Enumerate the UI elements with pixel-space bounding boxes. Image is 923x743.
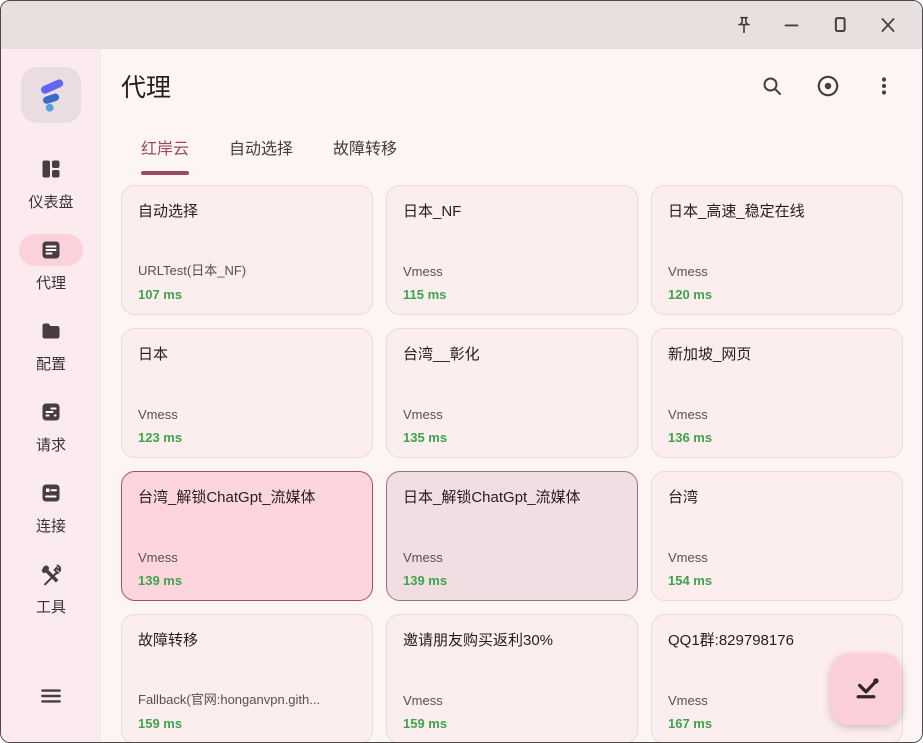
proxy-delay: 115 ms bbox=[403, 287, 621, 302]
proxy-delay: 159 ms bbox=[138, 716, 356, 731]
proxy-name: 台湾__彰化 bbox=[403, 343, 621, 364]
proxy-delay: 139 ms bbox=[138, 573, 356, 588]
proxy-delay: 123 ms bbox=[138, 430, 356, 445]
proxy-name: 日本_解锁ChatGpt_流媒体 bbox=[403, 486, 621, 507]
close-icon[interactable] bbox=[864, 6, 912, 44]
proxy-name: 新加坡_网页 bbox=[668, 343, 886, 364]
minimize-icon[interactable] bbox=[768, 6, 816, 44]
tab-红岸云[interactable]: 红岸云 bbox=[141, 131, 189, 175]
sidebar-item-dashboard[interactable]: 仪表盘 bbox=[1, 153, 101, 212]
page-header: 代理 bbox=[101, 49, 922, 123]
proxy-card[interactable]: 日本 Vmess 123 ms bbox=[121, 328, 373, 458]
tab-underline bbox=[141, 171, 189, 175]
proxy-card[interactable]: 日本_高速_稳定在线 Vmess 120 ms bbox=[651, 185, 903, 315]
sidebar-item-requests[interactable]: 请求 bbox=[1, 396, 101, 455]
dashboard-icon bbox=[19, 153, 83, 185]
tab-underline bbox=[333, 171, 397, 175]
maximize-icon[interactable] bbox=[816, 6, 864, 44]
sidebar-nav: 仪表盘 代理 配置 请求 连接 bbox=[1, 153, 101, 639]
page-title: 代理 bbox=[121, 68, 171, 104]
proxy-type: Vmess bbox=[403, 550, 621, 565]
sidebar-item-proxies[interactable]: 代理 bbox=[1, 234, 101, 293]
proxy-type: Vmess bbox=[403, 693, 621, 708]
proxy-type: Vmess bbox=[403, 264, 621, 279]
sidebar-item-tools[interactable]: 工具 bbox=[1, 558, 101, 617]
connections-icon bbox=[19, 477, 83, 509]
locate-icon[interactable] bbox=[808, 66, 848, 106]
tab-underline bbox=[229, 171, 293, 175]
titlebar bbox=[1, 1, 922, 49]
proxy-type: Vmess bbox=[403, 407, 621, 422]
app-window: 仪表盘 代理 配置 请求 连接 bbox=[0, 0, 923, 743]
folder-icon bbox=[19, 315, 83, 347]
proxy-delay: 159 ms bbox=[403, 716, 621, 731]
proxy-type: Vmess bbox=[138, 407, 356, 422]
pin-icon[interactable] bbox=[720, 6, 768, 44]
proxy-card[interactable]: 新加坡_网页 Vmess 136 ms bbox=[651, 328, 903, 458]
proxy-card[interactable]: 日本_解锁ChatGpt_流媒体 Vmess 139 ms bbox=[386, 471, 638, 601]
proxy-delay: 139 ms bbox=[403, 573, 621, 588]
group-tabs: 红岸云 自动选择 故障转移 bbox=[101, 131, 922, 175]
proxy-card[interactable]: 台湾__彰化 Vmess 135 ms bbox=[386, 328, 638, 458]
proxy-name: 自动选择 bbox=[138, 200, 356, 221]
delay-test-fab[interactable] bbox=[830, 653, 902, 725]
sidebar-item-connections[interactable]: 连接 bbox=[1, 477, 101, 536]
proxy-name: 日本 bbox=[138, 343, 356, 364]
main-panel: 代理 bbox=[101, 49, 922, 743]
proxy-name: 故障转移 bbox=[138, 629, 356, 650]
proxies-icon bbox=[19, 234, 83, 266]
proxy-type: Vmess bbox=[138, 550, 356, 565]
proxy-delay: 107 ms bbox=[138, 287, 356, 302]
proxy-card[interactable]: 台湾 Vmess 154 ms bbox=[651, 471, 903, 601]
proxy-name: 台湾_解锁ChatGpt_流媒体 bbox=[138, 486, 356, 507]
proxy-name: QQ1群:829798176 bbox=[668, 629, 886, 650]
sidebar: 仪表盘 代理 配置 请求 连接 bbox=[1, 49, 101, 743]
proxy-card[interactable]: 故障转移 Fallback(官网:honganvpn.gith... 159 m… bbox=[121, 614, 373, 743]
proxy-type: URLTest(日本_NF) bbox=[138, 260, 356, 279]
proxy-name: 邀请朋友购买返利30% bbox=[403, 629, 621, 650]
requests-icon bbox=[19, 396, 83, 428]
tab-自动选择[interactable]: 自动选择 bbox=[229, 131, 293, 175]
more-vert-icon[interactable] bbox=[864, 66, 904, 106]
proxy-type: Vmess bbox=[668, 550, 886, 565]
search-icon[interactable] bbox=[752, 66, 792, 106]
proxy-type: Vmess bbox=[668, 264, 886, 279]
proxy-name: 台湾 bbox=[668, 486, 886, 507]
proxy-type: Vmess bbox=[668, 407, 886, 422]
proxy-name: 日本_NF bbox=[403, 200, 621, 221]
proxy-delay: 135 ms bbox=[403, 430, 621, 445]
proxy-grid: 自动选择 URLTest(日本_NF) 107 ms 日本_NF Vmess 1… bbox=[121, 185, 922, 743]
proxy-type: Fallback(官网:honganvpn.gith... bbox=[138, 689, 356, 708]
proxy-card[interactable]: 自动选择 URLTest(日本_NF) 107 ms bbox=[121, 185, 373, 315]
proxy-delay: 136 ms bbox=[668, 430, 886, 445]
network-check-icon bbox=[849, 672, 883, 706]
app-logo bbox=[21, 67, 81, 123]
proxy-card[interactable]: 邀请朋友购买返利30% Vmess 159 ms bbox=[386, 614, 638, 743]
proxy-delay: 120 ms bbox=[668, 287, 886, 302]
proxy-delay: 154 ms bbox=[668, 573, 886, 588]
hamburger-icon[interactable] bbox=[38, 683, 64, 712]
tools-icon bbox=[19, 558, 83, 590]
proxy-card[interactable]: 日本_NF Vmess 115 ms bbox=[386, 185, 638, 315]
proxy-name: 日本_高速_稳定在线 bbox=[668, 200, 886, 221]
sidebar-item-profiles[interactable]: 配置 bbox=[1, 315, 101, 374]
tab-故障转移[interactable]: 故障转移 bbox=[333, 131, 397, 175]
proxy-card[interactable]: 台湾_解锁ChatGpt_流媒体 Vmess 139 ms bbox=[121, 471, 373, 601]
flclash-logo-icon bbox=[30, 74, 72, 116]
